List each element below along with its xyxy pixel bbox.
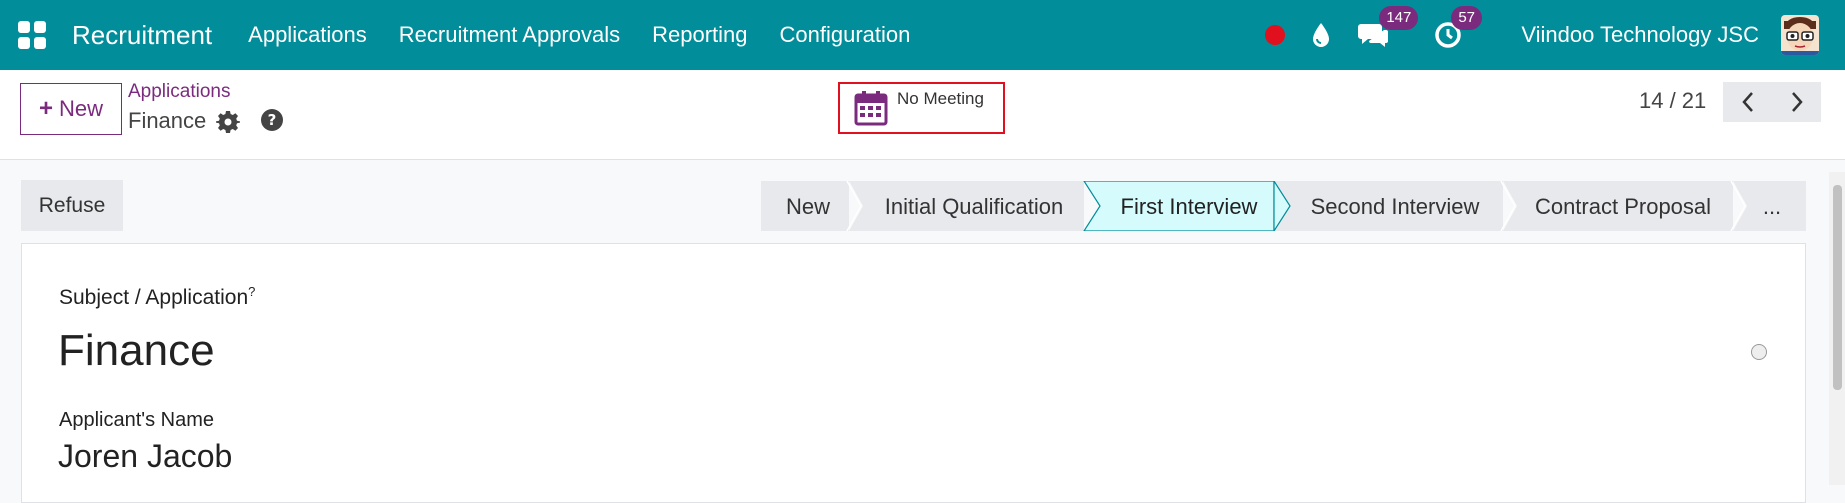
- stage-contract-proposal-label: Contract Proposal: [1535, 194, 1711, 219]
- form-sheet: Subject / Application? Finance Applicant…: [21, 243, 1806, 503]
- help-icon[interactable]: ?: [260, 108, 284, 132]
- chevron-right-icon: [1791, 92, 1803, 112]
- meeting-smart-button[interactable]: No Meeting: [838, 82, 1005, 134]
- stage-second-interview[interactable]: Second Interview: [1273, 181, 1503, 231]
- menu-recruitment-approvals[interactable]: Recruitment Approvals: [383, 22, 636, 48]
- stage-initial-qualification[interactable]: Initial Qualification: [846, 181, 1084, 231]
- stage-new-label: New: [786, 194, 830, 219]
- messages-menu[interactable]: 147: [1357, 6, 1419, 50]
- drop-icon[interactable]: [1309, 21, 1333, 49]
- meeting-label: No Meeting: [897, 89, 984, 108]
- activities-count-badge: 57: [1451, 6, 1482, 30]
- messages-count-badge: 147: [1379, 6, 1419, 30]
- user-avatar[interactable]: [1781, 15, 1819, 55]
- stage-second-interview-label: Second Interview: [1311, 194, 1480, 219]
- applicant-name-label: Applicant's Name: [59, 409, 214, 431]
- apps-grid-icon[interactable]: [18, 21, 46, 49]
- activities-menu[interactable]: 57: [1433, 6, 1482, 50]
- record-icon[interactable]: [1265, 25, 1286, 45]
- breadcrumb-applications[interactable]: Applications: [128, 81, 230, 103]
- pager-next-button[interactable]: [1772, 82, 1821, 122]
- subject-label-text: Subject / Application: [59, 286, 249, 309]
- stage-statusbar: New Initial Qualification First Intervie…: [761, 181, 1806, 231]
- menu-configuration[interactable]: Configuration: [764, 22, 927, 48]
- kanban-state-indicator[interactable]: [1751, 344, 1767, 360]
- new-button-label: New: [59, 96, 104, 121]
- chevron-left-icon: [1741, 92, 1753, 112]
- refuse-button[interactable]: Refuse: [21, 180, 123, 231]
- stage-contract-proposal[interactable]: Contract Proposal: [1500, 181, 1733, 231]
- menu-applications[interactable]: Applications: [232, 22, 383, 48]
- top-navbar: Recruitment Applications Recruitment App…: [0, 0, 1845, 70]
- gear-icon[interactable]: [216, 110, 240, 134]
- pager-value[interactable]: 14 / 21: [1639, 88, 1706, 114]
- scrollbar-thumb[interactable]: [1833, 185, 1842, 390]
- control-panel: + New Applications Finance ? No Meeting …: [0, 70, 1845, 160]
- plus-icon: +: [38, 95, 53, 122]
- svg-text:?: ?: [268, 111, 277, 129]
- menu-reporting[interactable]: Reporting: [636, 22, 763, 48]
- stage-first-interview-label: First Interview: [1121, 194, 1258, 219]
- calendar-icon: [854, 91, 888, 126]
- pager-previous-button[interactable]: [1723, 82, 1772, 122]
- stage-first-interview[interactable]: First Interview: [1083, 181, 1275, 231]
- app-name[interactable]: Recruitment: [72, 20, 212, 51]
- navbar-systray: 147 57 Viindoo Technology JSC: [1265, 0, 1845, 70]
- subject-input[interactable]: Finance: [58, 326, 215, 376]
- applicant-name-input[interactable]: Joren Jacob: [58, 438, 232, 475]
- breadcrumb-current: Finance: [128, 108, 207, 133]
- subject-help-tooltip[interactable]: ?: [248, 284, 255, 299]
- new-button[interactable]: + New: [20, 83, 122, 135]
- stage-more[interactable]: ...: [1730, 181, 1806, 231]
- subject-label: Subject / Application?: [59, 284, 255, 310]
- company-switcher[interactable]: Viindoo Technology JSC: [1521, 22, 1759, 48]
- stage-initial-qualification-label: Initial Qualification: [885, 194, 1064, 219]
- stage-new[interactable]: New: [761, 181, 849, 231]
- stage-more-label: ...: [1763, 194, 1781, 219]
